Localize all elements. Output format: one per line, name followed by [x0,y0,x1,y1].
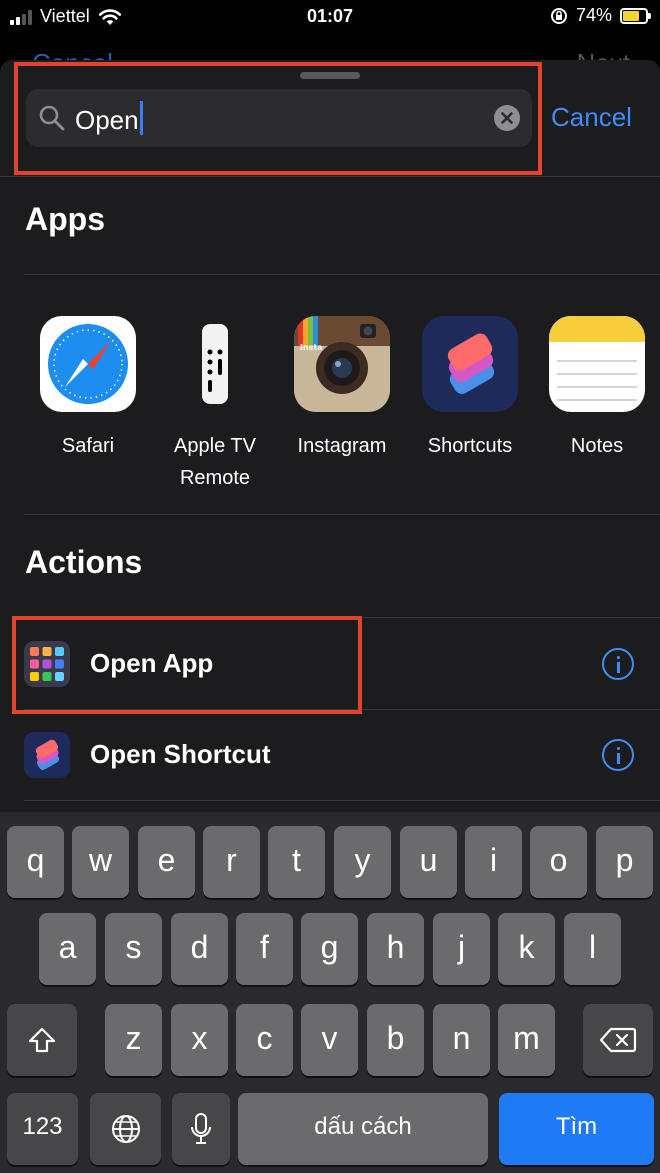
dictation-key[interactable] [172,1093,230,1165]
delete-key[interactable] [583,1004,653,1076]
cancel-button[interactable]: Cancel [551,102,632,133]
key-i[interactable]: i [465,826,522,898]
battery-level-fill [623,10,639,21]
key-l[interactable]: l [564,913,621,985]
shift-icon [28,1027,56,1053]
app-label: Notes [570,435,624,457]
shortcuts-icon [422,316,518,412]
microphone-icon [191,1113,211,1144]
keyboard: q w e r t y u i o p a s d f g h j k l z … [0,812,660,1173]
apple-tv-remote-icon [167,316,263,412]
key-t[interactable]: t [268,826,325,898]
status-right: 74% [550,5,651,26]
backspace-icon [599,1027,637,1053]
key-g[interactable]: g [301,913,358,985]
highlight-box-search [14,62,542,175]
globe-icon [111,1115,140,1143]
header-divider [0,176,660,177]
instagram-icon-wordmark: Insta [300,343,323,352]
apps-section-title: Apps [25,201,105,237]
key-j[interactable]: j [433,913,490,985]
app-label: Apple TV Remote [174,435,256,489]
key-n[interactable]: n [433,1004,490,1076]
shift-key[interactable] [7,1004,77,1076]
key-a[interactable]: a [39,913,96,985]
key-v[interactable]: v [301,1004,358,1076]
key-d[interactable]: d [171,913,228,985]
app-item-safari[interactable]: Safari [28,316,148,462]
app-item-shortcuts[interactable]: Shortcuts [410,316,530,462]
key-o[interactable]: o [530,826,587,898]
app-label: Safari [61,435,115,457]
app-item-instagram[interactable]: Insta Instagram [282,316,402,462]
key-q[interactable]: q [7,826,64,898]
key-s[interactable]: s [105,913,162,985]
app-item-notes[interactable]: Notes [537,316,657,462]
key-p[interactable]: p [596,826,653,898]
search-return-key[interactable]: Tìm [499,1093,654,1165]
highlight-box-open-app [12,616,362,714]
app-label: Instagram [297,435,387,457]
battery-charging-icon [620,7,651,24]
key-x[interactable]: x [171,1004,228,1076]
info-icon[interactable] [602,739,634,771]
app-label: Shortcuts [427,435,513,457]
key-m[interactable]: m [498,1004,555,1076]
key-e[interactable]: e [138,826,195,898]
safari-icon [40,316,136,412]
info-icon[interactable] [602,648,634,680]
key-y[interactable]: y [334,826,391,898]
action-label: Open Shortcut [90,739,271,769]
battery-percent: 74% [575,5,612,25]
globe-key[interactable] [90,1093,161,1165]
status-bar: Viettel 01:07 74% [0,0,660,36]
numbers-key[interactable]: 123 [7,1093,78,1165]
key-u[interactable]: u [400,826,457,898]
action-row-open-shortcut[interactable]: Open Shortcut [0,710,660,800]
key-z[interactable]: z [105,1004,162,1076]
space-key[interactable]: dấu cách [238,1093,488,1165]
rotation-lock-icon [550,7,567,24]
shortcuts-icon [24,732,70,778]
key-h[interactable]: h [367,913,424,985]
key-r[interactable]: r [203,826,260,898]
apps-divider [24,274,660,275]
actions-section-title: Actions [25,544,143,580]
key-c[interactable]: c [236,1004,293,1076]
app-item-apple-tv-remote[interactable]: Apple TV Remote [155,316,275,494]
key-w[interactable]: w [72,826,129,898]
apps-bottom-divider [24,514,660,515]
key-b[interactable]: b [367,1004,424,1076]
action-divider [24,800,660,801]
notes-icon [549,316,645,412]
instagram-icon: Insta [294,316,390,412]
key-k[interactable]: k [498,913,555,985]
key-f[interactable]: f [236,913,293,985]
